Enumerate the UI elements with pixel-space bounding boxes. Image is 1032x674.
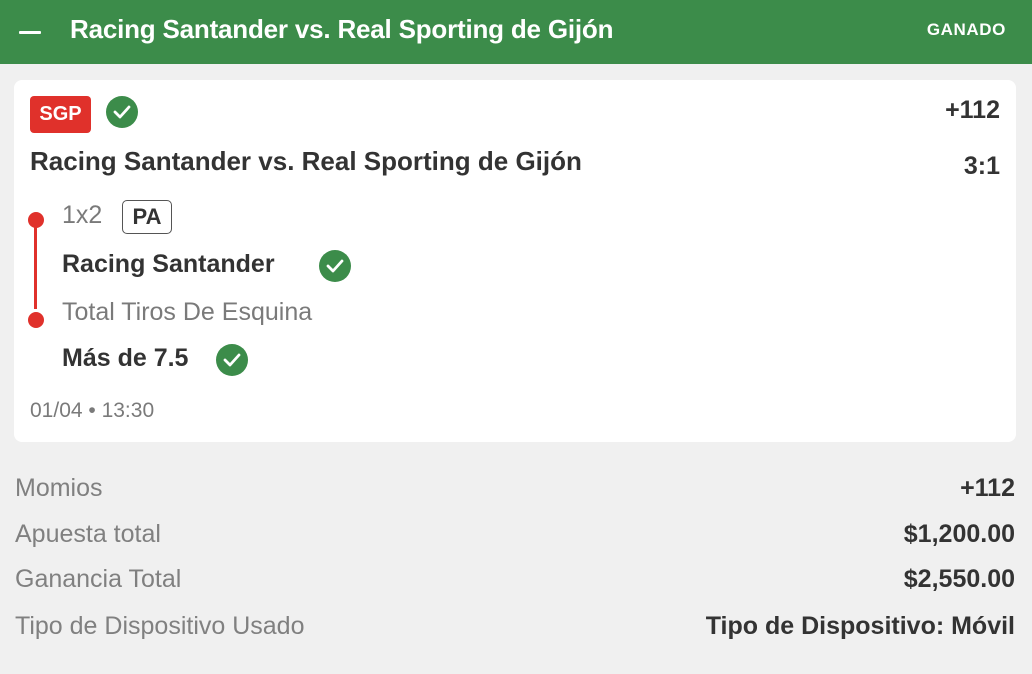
summary-value-device: Tipo de Dispositivo: Móvil: [705, 612, 1015, 640]
summary-label-stake: Apuesta total: [15, 520, 161, 548]
event-datetime: 01/04 • 13:30: [30, 399, 155, 422]
check-circle-icon: [319, 250, 351, 282]
timeline-line: [34, 227, 37, 309]
match-title: Racing Santander vs. Real Sporting de Gi…: [30, 146, 582, 176]
match-score: 3:1: [963, 152, 1000, 180]
check-circle-icon: [216, 344, 248, 376]
summary-value-stake: $1,200.00: [903, 520, 1015, 548]
sgp-badge: SGP: [30, 96, 91, 133]
summary-value-winnings: $2,550.00: [903, 565, 1015, 593]
bet-card: SGP +112 Racing Santander vs. Real Sport…: [14, 80, 1016, 442]
bet-header[interactable]: Racing Santander vs. Real Sporting de Gi…: [0, 0, 1032, 64]
summary-label-winnings: Ganancia Total: [15, 565, 182, 593]
leg-selection: Más de 7.5: [62, 344, 189, 372]
check-circle-icon: [106, 96, 138, 128]
timeline-dot: [28, 212, 44, 228]
leg-market: Total Tiros De Esquina: [62, 298, 313, 326]
card-odds: +112: [945, 96, 1000, 124]
collapse-icon[interactable]: [17, 18, 43, 46]
summary-value-odds: +112: [960, 474, 1015, 502]
header-title: Racing Santander vs. Real Sporting de Gi…: [70, 14, 614, 44]
leg-market: 1x2: [62, 201, 103, 229]
leg-selection: Racing Santander: [62, 250, 275, 278]
pa-tag: PA: [122, 200, 172, 234]
summary-label-odds: Momios: [15, 474, 103, 502]
status-badge: GANADO: [926, 20, 1006, 39]
timeline-dot: [28, 312, 44, 328]
summary-label-device: Tipo de Dispositivo Usado: [15, 612, 305, 640]
